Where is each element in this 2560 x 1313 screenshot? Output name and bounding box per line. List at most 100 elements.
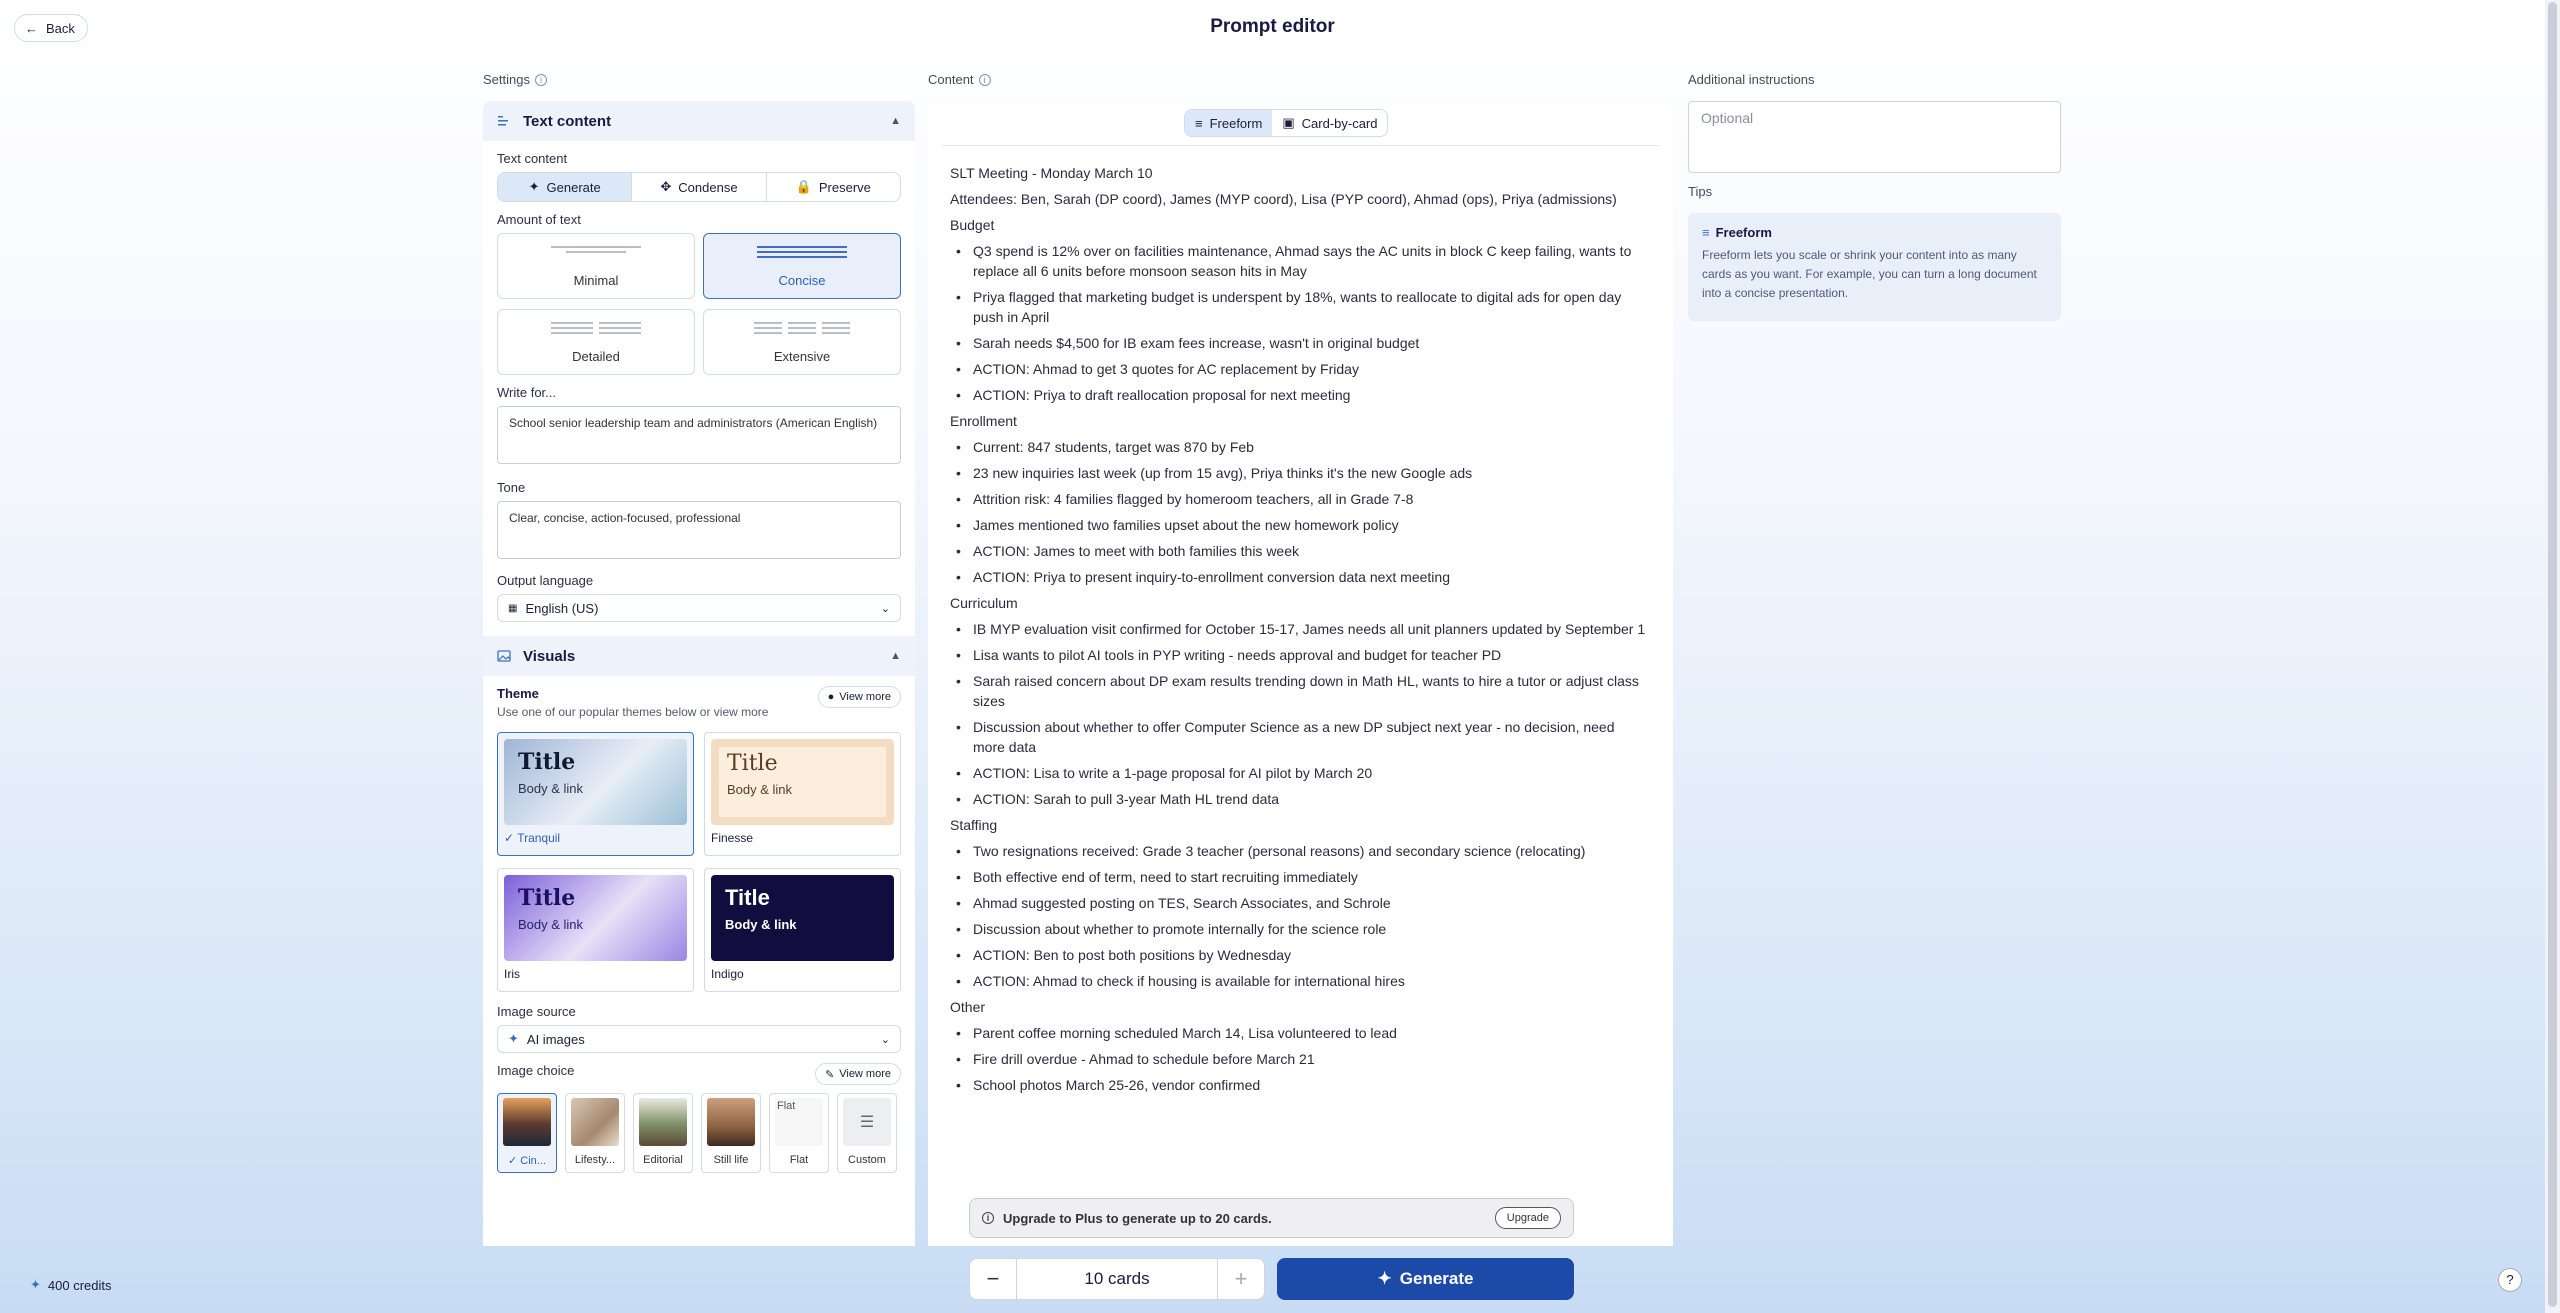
visuals-section-header[interactable]: Visuals ▲	[483, 636, 915, 676]
amount-label: Extensive	[773, 349, 831, 364]
columns-icon	[551, 322, 641, 334]
text-content-section-header[interactable]: Text content ▲	[483, 101, 915, 141]
image-style-label: Custom	[848, 1154, 886, 1166]
theme-preview-title: Title	[725, 885, 770, 910]
card-by-card-tab[interactable]: ▣ Card-by-card	[1272, 110, 1387, 136]
amount-options: Minimal Concise Detailed Extensive	[497, 233, 901, 375]
theme-indigo[interactable]: Title Body & link Indigo	[704, 868, 901, 992]
image-style-editorial[interactable]: Editorial	[633, 1093, 693, 1173]
palette-icon: ●	[827, 691, 835, 703]
section-title: Visuals	[523, 647, 576, 665]
content-bullet-item: Current: 847 students, target was 870 by…	[950, 437, 1650, 457]
card-count-stepper: − 10 cards +	[969, 1258, 1265, 1300]
chevron-up-icon[interactable]: ▲	[890, 650, 901, 662]
info-icon: i	[982, 1212, 994, 1224]
image-choice-row: ✓ Cin... Lifesty... Editorial Still life…	[497, 1093, 901, 1173]
image-style-lifestyle[interactable]: Lifesty...	[565, 1093, 625, 1173]
text-align-icon	[498, 116, 508, 126]
settings-label-text: Settings	[483, 72, 530, 87]
amount-minimal[interactable]: Minimal	[497, 233, 695, 299]
amount-detailed[interactable]: Detailed	[497, 309, 695, 375]
lines-icon	[757, 246, 847, 258]
credits-indicator[interactable]: ✦ 400 credits	[30, 1277, 112, 1293]
content-paragraph: Attendees: Ben, Sarah (DP coord), James …	[950, 191, 1617, 207]
theme-tranquil[interactable]: Title Body & link ✓ Tranquil	[497, 732, 694, 856]
content-bullet-item: Ahmad suggested posting on TES, Search A…	[950, 893, 1650, 913]
upgrade-button[interactable]: Upgrade	[1494, 1207, 1561, 1229]
image-style-custom[interactable]: ☰ Custom	[837, 1093, 897, 1173]
view-more-label: View more	[839, 691, 891, 703]
mode-condense-button[interactable]: ✥ Condense	[632, 173, 767, 201]
generate-button[interactable]: ✦ Generate	[1277, 1258, 1574, 1300]
sparkle-icon: ✦	[508, 1031, 519, 1046]
language-value: English (US)	[525, 600, 599, 616]
credits-label: 400 credits	[47, 1277, 112, 1293]
image-style-flat[interactable]: Flat Flat	[769, 1093, 829, 1173]
image-style-still-life[interactable]: Still life	[701, 1093, 761, 1173]
amount-extensive[interactable]: Extensive	[703, 309, 901, 375]
view-more-themes-button[interactable]: ● View more	[817, 686, 901, 708]
mode-preserve-button[interactable]: 🔒 Preserve	[767, 173, 900, 201]
card-count-value[interactable]: 10 cards	[1016, 1259, 1218, 1299]
info-icon[interactable]: i	[978, 73, 991, 86]
theme-name-text: Tranquil	[517, 831, 561, 845]
tab-label: Card-by-card	[1301, 115, 1378, 131]
content-bullet-item: Priya flagged that marketing budget is u…	[950, 287, 1650, 327]
image-style-cinematic[interactable]: ✓ Cin...	[497, 1093, 557, 1173]
content-bullet-item: James mentioned two families upset about…	[950, 515, 1650, 535]
lines-icon	[551, 246, 641, 253]
view-more-images-button[interactable]: ✎ View more	[815, 1063, 901, 1085]
cards-icon: ▣	[1282, 115, 1295, 130]
info-icon[interactable]: i	[534, 73, 547, 86]
settings-panel: Text content ▲ Text content ✦ Generate ✥ C…	[483, 101, 915, 1246]
image-icon	[497, 650, 511, 662]
write-for-input[interactable]: School senior leadership team and admini…	[497, 406, 901, 464]
image-style-label: Flat	[789, 1154, 809, 1166]
output-language-label: Output language	[497, 573, 594, 588]
content-bullet-item: ACTION: Ahmad to check if housing is ava…	[950, 971, 1650, 991]
flat-thumbnail-broken: Flat	[775, 1098, 823, 1146]
content-mode-toggle: ≡ Freeform ▣ Card-by-card	[1184, 109, 1389, 137]
content-editor[interactable]: SLT Meeting - Monday March 10 Attendees: …	[950, 163, 1650, 1101]
pencil-icon: ✎	[825, 1068, 835, 1081]
theme-preview-body: Body & link	[518, 917, 584, 932]
theme-preview: Title Body & link	[504, 739, 687, 825]
content-bullet-item: ACTION: Ben to post both positions by We…	[950, 945, 1650, 965]
condense-icon: ✥	[660, 179, 672, 194]
generate-label: Generate	[1399, 1269, 1474, 1288]
chevron-up-icon[interactable]: ▲	[890, 115, 901, 127]
chevron-down-icon: ⌄	[880, 1033, 890, 1046]
still-life-thumbnail	[707, 1098, 755, 1146]
section-title: Text content	[523, 112, 612, 130]
scrollbar-thumb[interactable]	[2548, 2, 2557, 1307]
output-language-select[interactable]: ▦ English (US) ⌄	[497, 594, 901, 622]
view-more-label: View more	[839, 1068, 891, 1080]
increase-cards-button[interactable]: +	[1218, 1259, 1264, 1299]
check-icon: ✓	[504, 831, 515, 845]
content-bullet-item: Lisa wants to pilot AI tools in PYP writ…	[950, 645, 1650, 665]
content-bullet-item: Sarah needs $4,500 for IB exam fees incr…	[950, 333, 1650, 353]
content-paragraph: Curriculum	[950, 595, 1018, 611]
content-panel: ≡ Freeform ▣ Card-by-card SLT Meeting - Mo…	[928, 101, 1673, 1246]
theme-preview: Title Body & link	[711, 739, 894, 825]
mode-label: Preserve	[818, 179, 871, 195]
additional-instructions-input[interactable]: Optional	[1688, 101, 2061, 173]
mode-generate-button[interactable]: ✦ Generate	[498, 173, 633, 201]
language-icon: ▦	[508, 602, 518, 614]
content-bullet-item: Attrition risk: 4 families flagged by ho…	[950, 489, 1650, 509]
theme-iris[interactable]: Title Body & link Iris	[497, 868, 694, 992]
page-scrollbar[interactable]	[2545, 0, 2560, 1313]
image-source-select[interactable]: ✦ AI images ⌄	[497, 1025, 901, 1053]
decrease-cards-button[interactable]: −	[970, 1259, 1016, 1299]
help-button[interactable]: ?	[2498, 1268, 2522, 1292]
amount-concise[interactable]: Concise	[703, 233, 901, 299]
sliders-icon: ☰	[843, 1098, 891, 1146]
upgrade-banner: i Upgrade to Plus to generate up to 20 c…	[969, 1198, 1574, 1238]
freeform-tab[interactable]: ≡ Freeform	[1185, 110, 1273, 136]
tone-input[interactable]: Clear, concise, action-focused, professi…	[497, 501, 901, 559]
content-paragraph: Budget	[950, 217, 995, 233]
editorial-thumbnail	[639, 1098, 687, 1146]
theme-name: Iris	[504, 967, 520, 981]
theme-finesse[interactable]: Title Body & link Finesse	[704, 732, 901, 856]
theme-preview-body: Body & link	[727, 782, 793, 797]
